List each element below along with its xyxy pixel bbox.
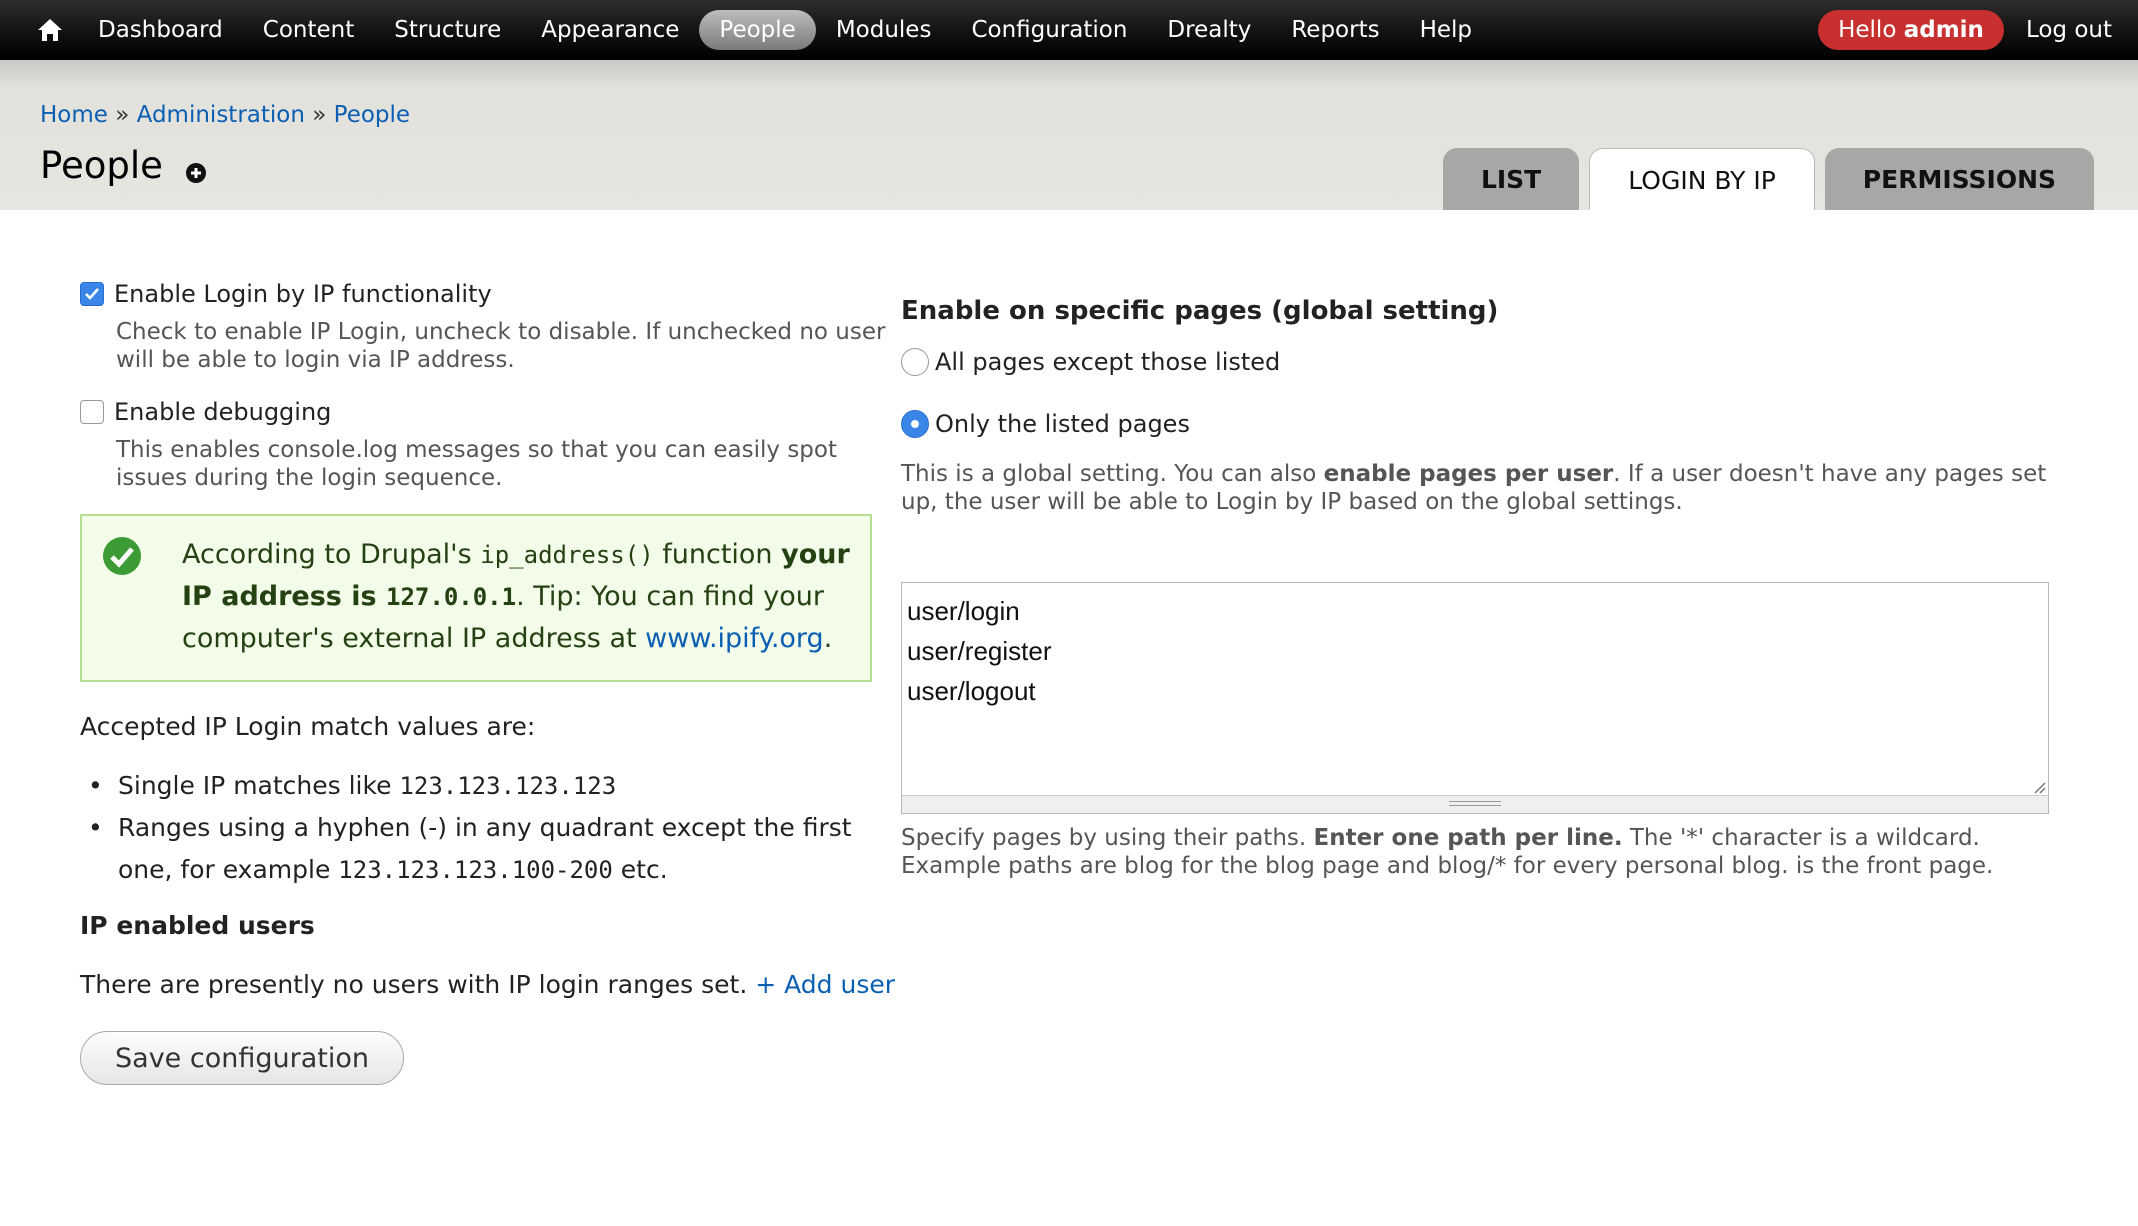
- tab-list[interactable]: LIST: [1442, 148, 1580, 210]
- toolbar-item-structure[interactable]: Structure: [374, 10, 521, 50]
- page-title: People: [40, 144, 163, 187]
- ipify-link[interactable]: www.ipify.org: [645, 623, 824, 654]
- bullet-code: 123.123.123.123: [399, 772, 617, 800]
- desc-part: This is a global setting. You can also: [901, 461, 1324, 487]
- accepted-values-list: Single IP matches like 123.123.123.123 R…: [80, 765, 880, 891]
- ip-enabled-users-heading: IP enabled users: [80, 911, 315, 940]
- bullet-code: 123.123.123.100-200: [338, 856, 613, 884]
- breadcrumb-separator: »: [115, 102, 130, 128]
- left-column: Enable Login by IP functionality Check t…: [80, 280, 895, 1085]
- home-icon[interactable]: [22, 0, 78, 60]
- toolbar-item-help[interactable]: Help: [1400, 10, 1492, 50]
- radio-only-listed-pages[interactable]: [901, 410, 929, 438]
- toolbar-item-appearance[interactable]: Appearance: [521, 10, 699, 50]
- hello-prefix: Hello: [1838, 17, 1897, 43]
- msg-part: function: [653, 539, 782, 570]
- global-setting-description: This is a global setting. You can also e…: [901, 460, 2051, 516]
- radio-all-pages-label[interactable]: All pages except those listed: [935, 348, 1280, 376]
- hello-user-badge[interactable]: Hello admin: [1818, 10, 2004, 50]
- toolbar-item-dashboard[interactable]: Dashboard: [78, 10, 243, 50]
- toolbar-item-modules[interactable]: Modules: [816, 10, 952, 50]
- breadcrumb-separator: »: [312, 102, 327, 128]
- enable-debugging-label[interactable]: Enable debugging: [114, 398, 331, 426]
- breadcrumb-home[interactable]: Home: [40, 102, 108, 128]
- admin-toolbar: Dashboard Content Structure Appearance P…: [0, 0, 2138, 60]
- enable-debugging-checkbox[interactable]: [80, 400, 104, 424]
- toolbar-item-configuration[interactable]: Configuration: [951, 10, 1147, 50]
- logout-link[interactable]: Log out: [2026, 17, 2112, 43]
- toolbar-item-drealty[interactable]: Drealty: [1147, 10, 1271, 50]
- page-header: Home » Administration » People People LI…: [0, 60, 2138, 210]
- right-column: Enable on specific pages (global setting…: [901, 296, 2051, 880]
- enable-login-by-ip-row: Enable Login by IP functionality: [80, 280, 880, 308]
- msg-part: .: [823, 623, 833, 654]
- msg-part: According to Drupal's: [182, 539, 481, 570]
- help-part: Specify pages by using their paths.: [901, 825, 1314, 851]
- toolbar-user-area: Hello admin Log out: [1818, 10, 2112, 50]
- radio-all-pages-row: All pages except those listed: [901, 348, 2051, 376]
- checkmark-icon: [85, 288, 99, 300]
- radio-all-pages-except[interactable]: [901, 348, 929, 376]
- tab-login-by-ip[interactable]: LOGIN BY IP: [1589, 148, 1815, 210]
- toolbar-menu: Dashboard Content Structure Appearance P…: [78, 0, 1492, 60]
- enable-debugging-row: Enable debugging: [80, 398, 880, 426]
- path-line: user/login: [907, 596, 1020, 626]
- toolbar-item-content[interactable]: Content: [243, 10, 374, 50]
- list-item: Single IP matches like 123.123.123.123: [80, 765, 880, 807]
- hello-username: admin: [1903, 17, 1984, 43]
- no-users-message: There are presently no users with IP log…: [80, 970, 756, 999]
- path-line: user/logout: [907, 676, 1036, 706]
- pages-textarea[interactable]: user/login user/register user/logout: [901, 582, 2049, 814]
- accepted-values-heading: Accepted IP Login match values are:: [80, 712, 536, 741]
- radio-only-listed-label[interactable]: Only the listed pages: [935, 410, 1190, 438]
- add-shortcut-icon[interactable]: [183, 160, 209, 186]
- breadcrumb-people[interactable]: People: [334, 102, 410, 128]
- textarea-grippie[interactable]: [902, 795, 2048, 813]
- radio-only-listed-row: Only the listed pages: [901, 410, 2051, 438]
- enable-login-by-ip-label[interactable]: Enable Login by IP functionality: [114, 280, 492, 308]
- resize-corner-icon[interactable]: [2032, 779, 2046, 794]
- save-configuration-button[interactable]: Save configuration: [80, 1031, 404, 1085]
- msg-function-code: ip_address(): [480, 541, 654, 569]
- pages-textarea-content[interactable]: user/login user/register user/logout: [902, 583, 2048, 719]
- list-item: Ranges using a hyphen (-) in any quadran…: [80, 807, 880, 891]
- desc-bold: enable pages per user: [1323, 461, 1614, 487]
- status-message-text: According to Drupal's ip_address() funct…: [182, 534, 862, 660]
- enable-debugging-description: This enables console.log messages so tha…: [116, 437, 837, 491]
- add-user-link[interactable]: + Add user: [755, 970, 895, 999]
- bullet-text: Single IP matches like: [118, 771, 400, 800]
- enable-login-by-ip-description: Check to enable IP Login, uncheck to dis…: [116, 319, 886, 373]
- tab-permissions[interactable]: PERMISSIONS: [1824, 148, 2094, 210]
- status-message: According to Drupal's ip_address() funct…: [80, 514, 872, 682]
- enable-login-by-ip-checkbox[interactable]: [80, 282, 104, 306]
- msg-ip-address: 127.0.0.1: [386, 583, 517, 611]
- check-circle-icon: [102, 536, 142, 576]
- specific-pages-heading: Enable on specific pages (global setting…: [901, 296, 1499, 326]
- bullet-text: etc.: [612, 855, 668, 884]
- pages-help-text: Specify pages by using their paths. Ente…: [901, 824, 2051, 880]
- no-users-text: There are presently no users with IP log…: [80, 970, 895, 999]
- help-bold: Enter one path per line.: [1313, 825, 1623, 851]
- breadcrumb: Home » Administration » People: [40, 102, 410, 128]
- toolbar-item-reports[interactable]: Reports: [1271, 10, 1399, 50]
- primary-tabs: LIST LOGIN BY IP PERMISSIONS: [1433, 148, 2094, 210]
- breadcrumb-administration[interactable]: Administration: [137, 102, 305, 128]
- grip-lines-icon: [1449, 801, 1501, 806]
- toolbar-item-people[interactable]: People: [699, 10, 816, 50]
- path-line: user/register: [907, 636, 1052, 666]
